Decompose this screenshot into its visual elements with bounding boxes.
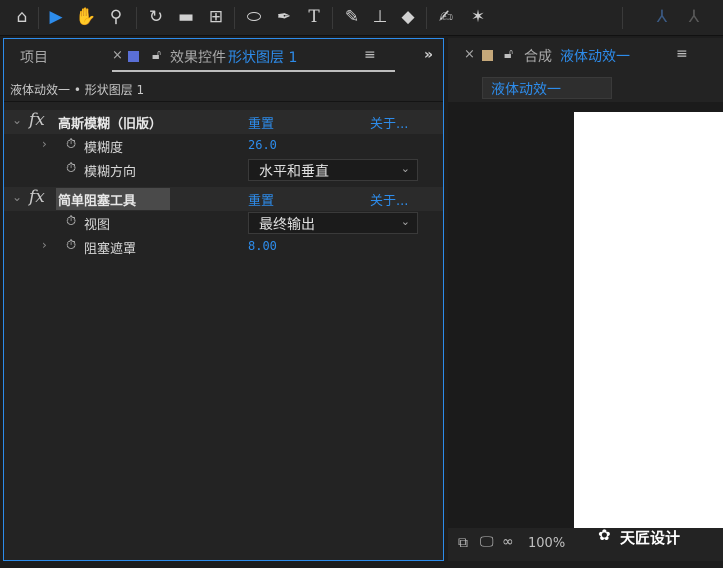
dropdown-value: 最终输出 [259, 217, 315, 233]
hand-tool-icon[interactable]: ✋ [72, 3, 100, 31]
pen-tool-icon[interactable]: ✒ [270, 3, 298, 31]
rotate-tool-icon[interactable]: ↻ [142, 3, 170, 31]
toolbar-separator [426, 7, 427, 29]
stopwatch-icon[interactable]: ⏱︎ [66, 214, 76, 229]
tab-composition[interactable]: 合成 [524, 46, 552, 66]
property-row-choke-matte: › ⏱︎ 阻塞遮罩 8.00 [4, 235, 443, 259]
toolbar-separator [136, 7, 137, 29]
reset-link[interactable]: 重置 [248, 113, 274, 132]
property-row-blurriness: › ⏱︎ 模糊度 26.0 [4, 134, 443, 158]
zoom-tool-icon[interactable]: ⚲ [102, 3, 130, 31]
property-label: 视图 [84, 218, 111, 233]
vr-icon[interactable]: ∞ [502, 534, 514, 550]
active-tab-underline [112, 70, 395, 72]
comp-label-color-swatch [482, 50, 493, 61]
watermark: ✿ 天匠设计 [598, 524, 713, 550]
tab-layer-name[interactable]: 形状图层 1 [228, 47, 297, 67]
lock-icon[interactable]: 🔓︎ [152, 47, 161, 63]
toolbar-separator [332, 7, 333, 29]
axis-tool-icon[interactable]: ⅄ [680, 3, 708, 31]
about-link[interactable]: 关于... [370, 190, 408, 209]
overflow-icon[interactable]: » [424, 47, 433, 63]
ellipse-tool-icon[interactable]: ⬭ [240, 3, 268, 31]
roto-brush-tool-icon[interactable]: ✍ [432, 3, 460, 31]
breadcrumb-text: 液体动效一 • 形状图层 1 [10, 83, 145, 97]
wechat-icon: ✿ [598, 526, 611, 544]
stopwatch-icon[interactable]: ⏱︎ [66, 161, 76, 176]
pan-behind-tool-icon[interactable]: ⊞ [202, 3, 230, 31]
toolbar-separator [622, 7, 623, 29]
property-label: 阻塞遮罩 [84, 242, 137, 257]
comp-breadcrumb-label: 液体动效一 [491, 82, 561, 98]
toolbar-separator [38, 7, 39, 29]
effect-label-color-swatch [128, 51, 139, 62]
chevron-down-icon: ⌄ [400, 215, 410, 228]
effect-name: 简单阻塞工具 [58, 194, 137, 209]
monitor-icon[interactable]: 🖵︎ [480, 534, 494, 550]
clone-stamp-tool-icon[interactable]: ⊥ [366, 3, 394, 31]
tab-close-icon[interactable]: × [112, 48, 123, 63]
selection-tool-icon[interactable]: ▶ [42, 3, 70, 31]
tab-comp-name[interactable]: 液体动效一 [560, 46, 630, 66]
composition-canvas[interactable] [574, 112, 723, 528]
expand-chevron-icon[interactable]: › [42, 238, 47, 252]
eraser-tool-icon[interactable]: ◆ [394, 3, 422, 31]
chevron-down-icon: ⌄ [400, 162, 410, 175]
property-row-view: ⏱︎ 视图 最终输出 ⌄ [4, 211, 443, 235]
dropdown-value: 水平和垂直 [259, 164, 329, 180]
tab-project[interactable]: 项目 [20, 47, 48, 67]
toolbar-separator [234, 7, 235, 29]
always-preview-icon[interactable]: ⧉ [458, 535, 468, 551]
composition-panel: × 🔓︎ 合成 液体动效一 ≡ 液体动效一 ⧉ 🖵︎ ∞ 100% [448, 38, 723, 561]
about-link[interactable]: 关于... [370, 113, 408, 132]
tools-toolbar: ⌂ ▶ ✋ ⚲ ↻ ▬ ⊞ ⬭ ✒ T ✎ ⊥ ◆ ✍ ✶ ⅄ ⅄ [0, 0, 723, 36]
blurriness-value[interactable]: 26.0 [248, 138, 277, 152]
home-icon[interactable]: ⌂ [8, 3, 36, 31]
property-label: 模糊度 [84, 141, 124, 156]
tab-effect-controls[interactable]: 效果控件 [170, 47, 226, 67]
expand-chevron-icon[interactable]: › [42, 137, 47, 151]
tab-close-icon[interactable]: × [464, 47, 475, 62]
brush-tool-icon[interactable]: ✎ [338, 3, 366, 31]
fx-icon[interactable]: fx [29, 187, 45, 207]
comp-breadcrumb-tab[interactable]: 液体动效一 [482, 77, 612, 99]
panel-menu-icon[interactable]: ≡ [364, 47, 376, 63]
choke-matte-value[interactable]: 8.00 [248, 239, 277, 253]
collapse-chevron-icon[interactable]: ⌄ [12, 113, 22, 127]
fx-icon[interactable]: fx [29, 110, 45, 130]
effect-controls-panel: 项目 × 🔓︎ 效果控件 形状图层 1 ≡ » 液体动效一 • 形状图层 1 ⌄… [3, 38, 444, 561]
effect-controls-tabbar: 项目 × 🔓︎ 效果控件 形状图层 1 ≡ » [4, 39, 443, 77]
effect-row-gaussian-blur[interactable]: ⌄ fx 高斯模糊（旧版） 重置 关于... [4, 110, 443, 134]
watermark-text: 天匠设计 [620, 529, 681, 547]
effect-name: 高斯模糊（旧版） [58, 117, 163, 132]
blur-direction-dropdown[interactable]: 水平和垂直 ⌄ [248, 159, 418, 181]
panel-menu-icon[interactable]: ≡ [676, 46, 688, 62]
property-label: 模糊方向 [84, 165, 137, 180]
stopwatch-icon[interactable]: ⏱︎ [66, 137, 76, 152]
puppet-tool-icon[interactable]: ✶ [464, 3, 492, 31]
zoom-level[interactable]: 100% [528, 536, 565, 551]
axis-tool-icon[interactable]: ⅄ [648, 3, 676, 31]
breadcrumb: 液体动效一 • 形状图层 1 [4, 77, 443, 102]
camera-tool-icon[interactable]: ▬ [172, 3, 200, 31]
lock-icon[interactable]: 🔓︎ [504, 46, 513, 62]
view-dropdown[interactable]: 最终输出 ⌄ [248, 212, 418, 234]
collapse-chevron-icon[interactable]: ⌄ [12, 190, 22, 204]
type-tool-icon[interactable]: T [300, 3, 328, 31]
effect-row-simple-choker[interactable]: ⌄ fx 简单阻塞工具 重置 关于... [4, 187, 443, 211]
stopwatch-icon[interactable]: ⏱︎ [66, 238, 76, 253]
property-row-blur-direction: ⏱︎ 模糊方向 水平和垂直 ⌄ [4, 158, 443, 182]
reset-link[interactable]: 重置 [248, 190, 274, 209]
